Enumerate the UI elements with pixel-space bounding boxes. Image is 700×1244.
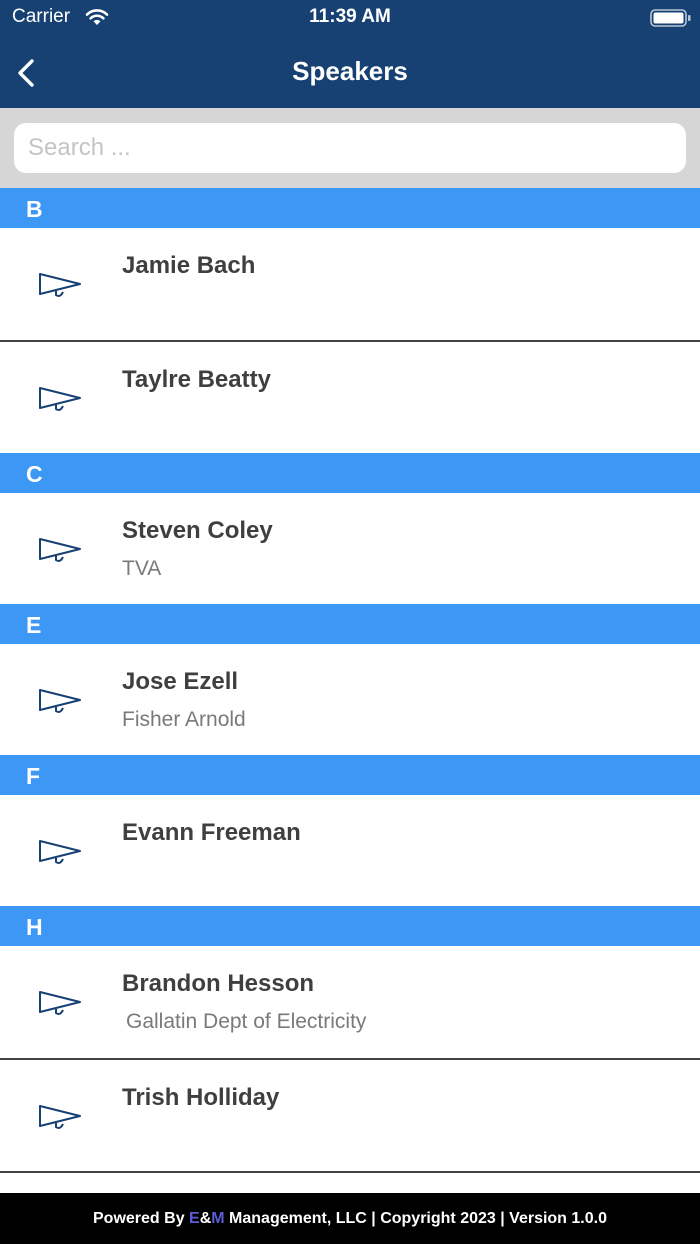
speaker-name: Brandon Hesson [122,970,315,997]
speaker-name: Steven Coley [122,517,273,544]
megaphone-icon [38,269,84,304]
speaker-name: Trish Holliday [122,1084,280,1111]
megaphone-icon [38,1101,84,1136]
speaker-row[interactable]: Evann Freeman [0,795,700,906]
speaker-name: Taylre Beatty [122,366,271,393]
page-title: Speakers [292,56,408,86]
footer-suffix: Management, LLC | Copyright 2023 | Versi… [224,1210,607,1227]
speaker-row[interactable]: Taylre Beatty [0,342,700,453]
footer-brand-amp: & [199,1210,212,1227]
section-header-e: E [0,604,700,644]
speaker-organization: TVA [122,557,162,580]
speaker-row[interactable]: Jose Ezell Fisher Arnold [0,644,700,755]
speaker-row[interactable]: Jamie Bach [0,228,700,342]
speaker-name: Evann Freeman [122,819,301,846]
section-header-b: B [0,188,700,228]
section-header-h: H [0,906,700,946]
speaker-name: Jose Ezell [122,668,239,695]
speaker-row[interactable]: Brandon Hesson Gallatin Dept of Electric… [0,946,700,1060]
footer: Powered By E&M Management, LLC | Copyrig… [0,1193,700,1244]
speaker-organization: Fisher Arnold [122,708,246,731]
speaker-row[interactable]: Steven Coley TVA [0,493,700,604]
battery-icon [650,9,692,32]
megaphone-icon [38,685,84,720]
search-input[interactable] [14,123,686,173]
footer-brand-m: M [211,1210,225,1227]
speaker-list[interactable]: B Jamie Bach Taylre Beatty C Steven Cole… [0,188,700,1193]
megaphone-icon [38,534,84,569]
status-bar: Carrier 11:39 AM [0,0,700,36]
speaker-organization: Gallatin Dept of Electricity [126,1010,367,1033]
navigation-bar: Carrier 11:39 AM Speakers [0,0,700,108]
footer-prefix: Powered By [93,1210,190,1227]
status-time: 11:39 AM [309,6,391,27]
megaphone-icon [38,836,84,871]
speaker-row[interactable]: Trish Holliday [0,1060,700,1173]
section-header-c: C [0,453,700,493]
search-bar [0,108,700,188]
footer-brand-e: E [189,1210,200,1227]
speaker-name: Jamie Bach [122,252,256,279]
megaphone-icon [38,383,84,418]
megaphone-icon [38,987,84,1022]
section-header-f: F [0,755,700,795]
